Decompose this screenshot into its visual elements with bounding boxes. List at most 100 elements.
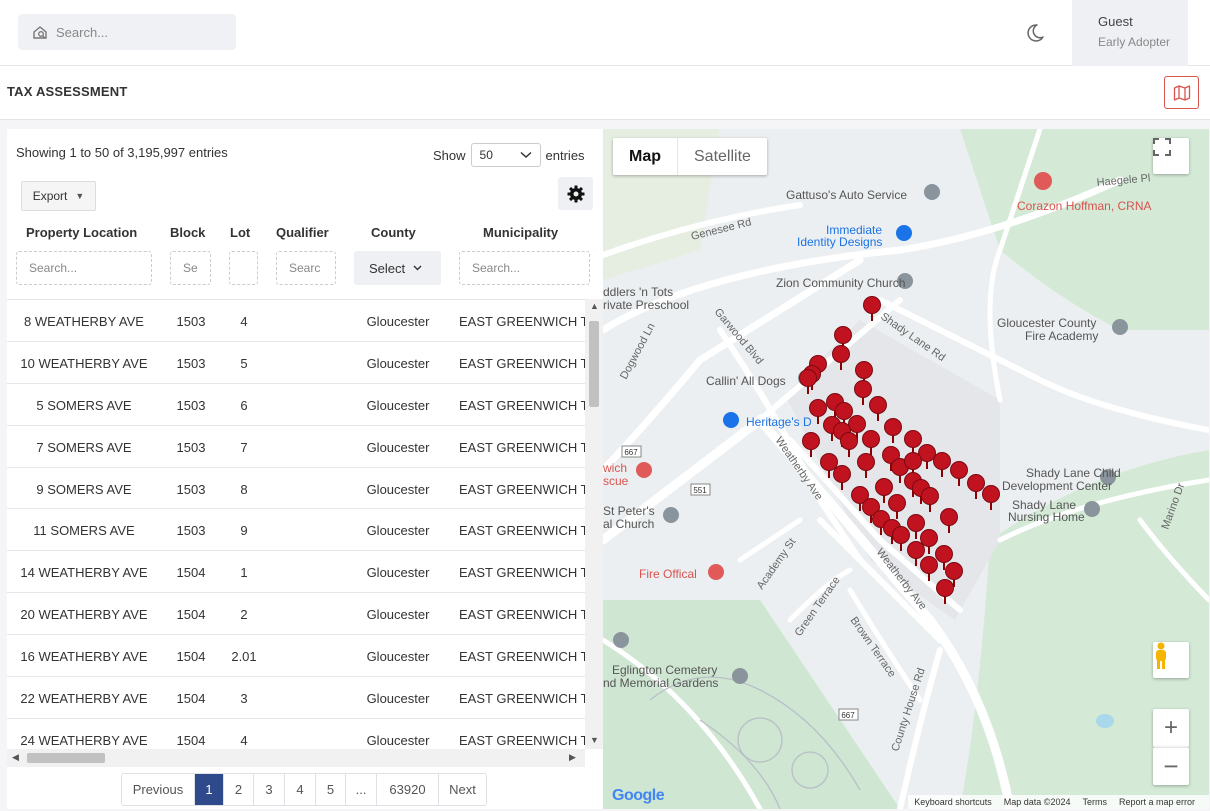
cell-block: 1504: [176, 565, 206, 581]
poi-st-peters-icon[interactable]: [663, 507, 679, 523]
fullscreen-button[interactable]: [1153, 138, 1189, 174]
poi-nursing-home-icon[interactable]: [1084, 501, 1100, 517]
poi-fire-official-icon[interactable]: [708, 564, 724, 580]
scroll-up-arrow-icon[interactable]: ▲: [590, 301, 599, 311]
horizontal-scroll-thumb[interactable]: [27, 753, 105, 763]
pagination-next[interactable]: Next: [439, 774, 486, 805]
poi-memorial-icon[interactable]: [732, 668, 748, 684]
label-fire-official: Fire Offical: [639, 567, 697, 581]
cell-lot: 2: [240, 607, 248, 623]
scroll-left-arrow-icon[interactable]: ◀: [12, 752, 19, 763]
page-last[interactable]: 63920: [377, 774, 439, 805]
label-cemetery-1: Eglington Cemetery: [612, 663, 717, 677]
street-dogwood: Dogwood Ln: [618, 321, 658, 381]
poi-heritage-icon[interactable]: [723, 412, 739, 428]
cell-location: 10 WEATHERBY AVE: [20, 355, 148, 371]
terms-link[interactable]: Terms: [1082, 797, 1107, 807]
cell-lot: 7: [240, 439, 248, 455]
poi-gattuso-icon[interactable]: [924, 184, 940, 200]
header-block[interactable]: Block: [170, 225, 205, 240]
map-type-satellite[interactable]: Satellite: [678, 138, 767, 175]
map-type-map[interactable]: Map: [613, 138, 678, 175]
table-row[interactable]: 22 WEATHERBY AVE 1504 3 Gloucester EAST GREE…: [7, 677, 585, 719]
chevron-down-icon: [413, 265, 422, 271]
zoom-out-button[interactable]: −: [1153, 747, 1189, 785]
label-callin: Callin' All Dogs: [706, 374, 786, 388]
filter-lot-input[interactable]: [229, 251, 258, 285]
pagination-previous[interactable]: Previous: [122, 774, 195, 805]
header-county[interactable]: County: [371, 225, 416, 240]
table-row[interactable]: 20 WEATHERBY AVE 1504 2 Gloucester EAST GREE…: [7, 593, 585, 636]
report-error-link[interactable]: Report a map error: [1119, 797, 1195, 807]
table-row[interactable]: 7 SOMERS AVE 1503 7 Gloucester EAST GREENWIC…: [7, 426, 585, 468]
cell-municipality: EAST GREENWICH TWP: [459, 314, 585, 329]
cell-lot: 2.01: [231, 649, 257, 665]
map-view[interactable]: 667 551 667 Gattuso's Auto Service Coraz…: [603, 129, 1209, 809]
header-lot[interactable]: Lot: [230, 225, 250, 240]
map-canvas[interactable]: 667 551 667 Gattuso's Auto Service Coraz…: [603, 129, 1209, 809]
vertical-scrollbar[interactable]: ▲ ▼: [585, 299, 603, 749]
cell-block: 1504: [176, 732, 206, 748]
header-location[interactable]: Property Location: [26, 225, 137, 240]
page-2[interactable]: 2: [224, 774, 254, 805]
filter-qualifier-input[interactable]: Searc: [276, 251, 336, 285]
header-municipality[interactable]: Municipality: [483, 225, 558, 240]
filter-location-input[interactable]: Search...: [16, 251, 152, 285]
cell-block: 1503: [176, 481, 206, 497]
route-667-label: 667: [624, 448, 638, 457]
export-button[interactable]: Export ▼: [21, 181, 96, 211]
poi-cemetery-icon[interactable]: [613, 632, 629, 648]
dark-mode-moon-icon[interactable]: [1026, 21, 1050, 45]
global-search[interactable]: [18, 14, 236, 50]
table-row[interactable]: 11 SOMERS AVE 1503 9 Gloucester EAST GREENWI…: [7, 509, 585, 552]
page-3[interactable]: 3: [254, 774, 285, 805]
table-row[interactable]: 9 SOMERS AVE 1503 8 Gloucester EAST GREENWIC…: [7, 468, 585, 510]
filter-block-input[interactable]: Se: [170, 251, 211, 285]
header-qualifier[interactable]: Qualifier: [276, 225, 329, 240]
vertical-scroll-thumb[interactable]: [589, 321, 599, 407]
page-length-select[interactable]: 50: [470, 143, 541, 167]
cell-county: Gloucester: [366, 314, 430, 329]
table-row[interactable]: 8 WEATHERBY AVE 1503 4 Gloucester EAST GREEN…: [7, 300, 585, 342]
page-4[interactable]: 4: [285, 774, 316, 805]
filter-county-select[interactable]: Select: [354, 251, 441, 285]
label-immediate-2: Identity Designs: [797, 235, 882, 249]
horizontal-scrollbar[interactable]: ◀ ▶: [7, 749, 585, 767]
poi-rescue-icon[interactable]: [636, 462, 652, 478]
table-row[interactable]: 5 SOMERS AVE 1503 6 Gloucester EAST GREENWIC…: [7, 384, 585, 426]
cell-lot: 8: [240, 481, 248, 497]
cell-location: 16 WEATHERBY AVE: [20, 649, 148, 665]
page-5[interactable]: 5: [316, 774, 346, 805]
cell-county: Gloucester: [366, 607, 430, 623]
table-row[interactable]: 16 WEATHERBY AVE 1504 2.01 Gloucester EAST G…: [7, 635, 585, 678]
user-menu[interactable]: Guest Early Adopter: [1072, 0, 1188, 66]
table-body: 8 WEATHERBY AVE 1503 4 Gloucester EAST GREEN…: [7, 299, 585, 749]
global-search-input[interactable]: [56, 24, 216, 40]
cell-block: 1504: [176, 607, 206, 623]
zoom-in-button[interactable]: +: [1153, 709, 1189, 747]
poi-shop-icon[interactable]: [896, 225, 912, 241]
label-gattuso: Gattuso's Auto Service: [786, 188, 907, 202]
page-1[interactable]: 1: [195, 774, 224, 805]
keyboard-shortcuts-link[interactable]: Keyboard shortcuts: [914, 797, 992, 807]
column-settings-button[interactable]: [558, 177, 593, 210]
table-panel: Showing 1 to 50 of 3,195,997 entries Sho…: [7, 129, 603, 809]
cell-lot: 9: [240, 523, 248, 539]
poi-hospital-icon[interactable]: [1034, 172, 1052, 190]
cell-location: 22 WEATHERBY AVE: [20, 691, 148, 707]
cell-lot: 6: [240, 397, 248, 413]
map-data-text: Map data ©2024: [1003, 797, 1071, 807]
filter-municipality-input[interactable]: Search...: [459, 251, 590, 285]
table-row[interactable]: 14 WEATHERBY AVE 1504 1 Gloucester EAST GREE…: [7, 551, 585, 594]
poi-fire-academy-icon[interactable]: [1112, 319, 1128, 335]
cell-municipality: EAST GREENWICH TWP: [459, 439, 585, 455]
cell-block: 1503: [176, 397, 206, 413]
street-view-button[interactable]: [1153, 642, 1189, 678]
cell-lot: 4: [240, 314, 248, 329]
scroll-down-arrow-icon[interactable]: ▼: [590, 735, 599, 745]
toggle-map-button[interactable]: [1164, 76, 1199, 109]
scroll-right-arrow-icon[interactable]: ▶: [569, 752, 576, 763]
table-row[interactable]: 10 WEATHERBY AVE 1503 5 Gloucester EAST GREE…: [7, 342, 585, 384]
table-row[interactable]: 24 WEATHERBY AVE 1504 4 Gloucester EAST GREE…: [7, 719, 585, 749]
cell-county: Gloucester: [366, 439, 430, 455]
